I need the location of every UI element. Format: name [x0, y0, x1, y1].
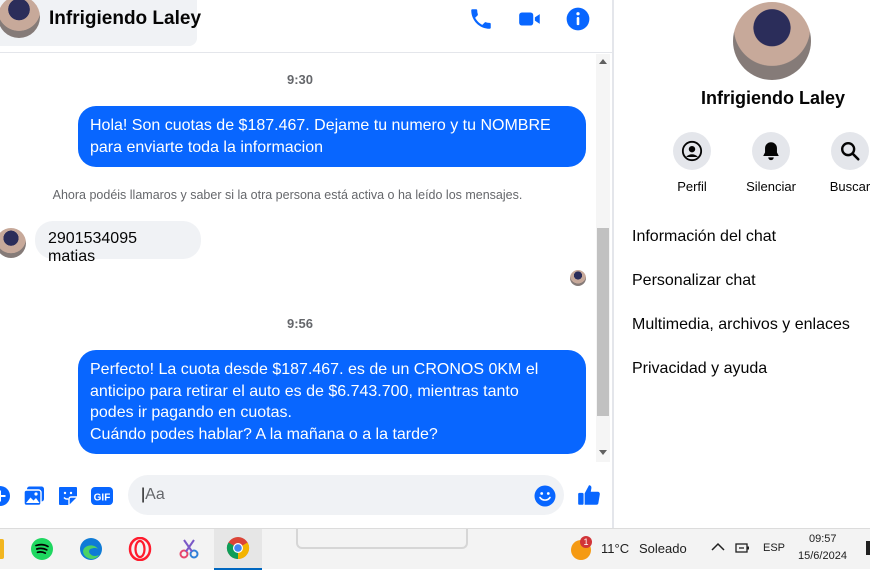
- message-line: Hola! Son cuotas de $187.467. Dejame tu …: [90, 117, 551, 134]
- menu-customize-chat[interactable]: Personalizar chat: [632, 272, 756, 290]
- taskbar: 1 11°C Soleado ESP 09:57 15/6/2024: [0, 528, 870, 570]
- search-icon: [841, 142, 860, 161]
- like-icon[interactable]: [576, 482, 602, 508]
- mute-button[interactable]: [752, 132, 790, 170]
- chat-panel: Infrigiendo Laley 9:30 Hola! Son cuotas …: [0, 0, 612, 528]
- sticker-icon[interactable]: [56, 484, 80, 508]
- read-receipt-avatar: [570, 270, 586, 286]
- search-label: Buscar: [829, 179, 870, 194]
- scroll-down-arrow-icon[interactable]: [598, 449, 608, 457]
- snipping-tool-icon[interactable]: [177, 537, 201, 561]
- profile-icon: [681, 140, 703, 162]
- clock-date[interactable]: 15/6/2024: [798, 550, 847, 562]
- sidebar-contact-name: Infrigiendo Laley: [700, 88, 846, 108]
- message-line: Perfecto! La cuota desde $187.467. es de…: [90, 361, 539, 378]
- contact-sidebar: Infrigiendo Laley Perfil Silenciar Busca…: [614, 0, 870, 528]
- mute-action[interactable]: Silenciar: [731, 132, 811, 194]
- video-call-icon[interactable]: [517, 6, 543, 32]
- profile-button[interactable]: [673, 132, 711, 170]
- search-box-widget[interactable]: [296, 529, 468, 549]
- incoming-message[interactable]: 2901534095 matias: [35, 221, 201, 265]
- emoji-icon[interactable]: [533, 484, 557, 508]
- scroll-up-arrow-icon[interactable]: [598, 57, 608, 65]
- chat-notice: Ahora podéis llamaros y saber si la otra…: [52, 188, 523, 202]
- edge-icon[interactable]: [79, 537, 103, 561]
- sender-avatar[interactable]: [0, 228, 26, 258]
- show-desktop-edge[interactable]: [866, 541, 870, 555]
- spotify-icon[interactable]: [30, 537, 54, 561]
- clock-time[interactable]: 09:57: [809, 533, 837, 545]
- profile-label: Perfil: [677, 179, 707, 194]
- phone-icon[interactable]: [468, 6, 494, 32]
- chat-header: Infrigiendo Laley: [0, 0, 612, 53]
- more-actions-icon[interactable]: [0, 484, 12, 508]
- outgoing-message[interactable]: Hola! Son cuotas de $187.467. Dejame tu …: [78, 106, 586, 167]
- outgoing-message[interactable]: Perfecto! La cuota desde $187.467. es de…: [78, 350, 586, 454]
- message-line: para enviarte toda la informacion: [90, 138, 324, 156]
- info-icon[interactable]: [565, 6, 591, 32]
- weather-temperature[interactable]: 11°C: [601, 541, 629, 556]
- search-button[interactable]: [831, 132, 869, 170]
- timestamp: 9:30: [286, 72, 314, 87]
- image-attach-icon[interactable]: [22, 484, 46, 508]
- timestamp: 9:56: [286, 316, 314, 331]
- svg-text:GIF: GIF: [94, 493, 111, 504]
- menu-privacy-help[interactable]: Privacidad y ayuda: [632, 360, 767, 378]
- file-explorer-icon[interactable]: [0, 539, 4, 559]
- chrome-taskbar-button-active[interactable]: [214, 529, 262, 570]
- message-line: Cuándo podes hablar? A la mañana o a la …: [90, 425, 438, 443]
- opera-icon[interactable]: [128, 537, 152, 561]
- message-line: anticipo para retirar el auto es de $6.7…: [90, 382, 519, 400]
- scrollbar-thumb[interactable]: [597, 228, 609, 416]
- message-line: podes ir pagando en cuotas.: [90, 404, 292, 421]
- search-action[interactable]: Buscar: [810, 132, 870, 194]
- contact-name[interactable]: Infrigiendo Laley: [49, 8, 201, 30]
- battery-plug-icon[interactable]: [735, 541, 751, 555]
- chevron-up-icon[interactable]: [711, 541, 725, 553]
- notification-badge: 1: [580, 536, 592, 548]
- message-input[interactable]: |Aa: [128, 475, 564, 515]
- message-composer: GIF |Aa: [0, 470, 612, 522]
- mute-label: Silenciar: [746, 179, 796, 194]
- message-input-placeholder: Aa: [145, 486, 165, 503]
- gif-icon[interactable]: GIF: [90, 484, 114, 508]
- language-indicator[interactable]: ESP: [763, 542, 785, 554]
- contact-profile-photo[interactable]: [733, 2, 811, 80]
- bell-icon: [763, 142, 779, 161]
- menu-chat-info[interactable]: Información del chat: [632, 228, 776, 246]
- menu-media-files-links[interactable]: Multimedia, archivos y enlaces: [632, 316, 850, 334]
- profile-action[interactable]: Perfil: [652, 132, 732, 194]
- weather-description[interactable]: Soleado: [639, 541, 687, 556]
- chrome-icon: [226, 537, 250, 560]
